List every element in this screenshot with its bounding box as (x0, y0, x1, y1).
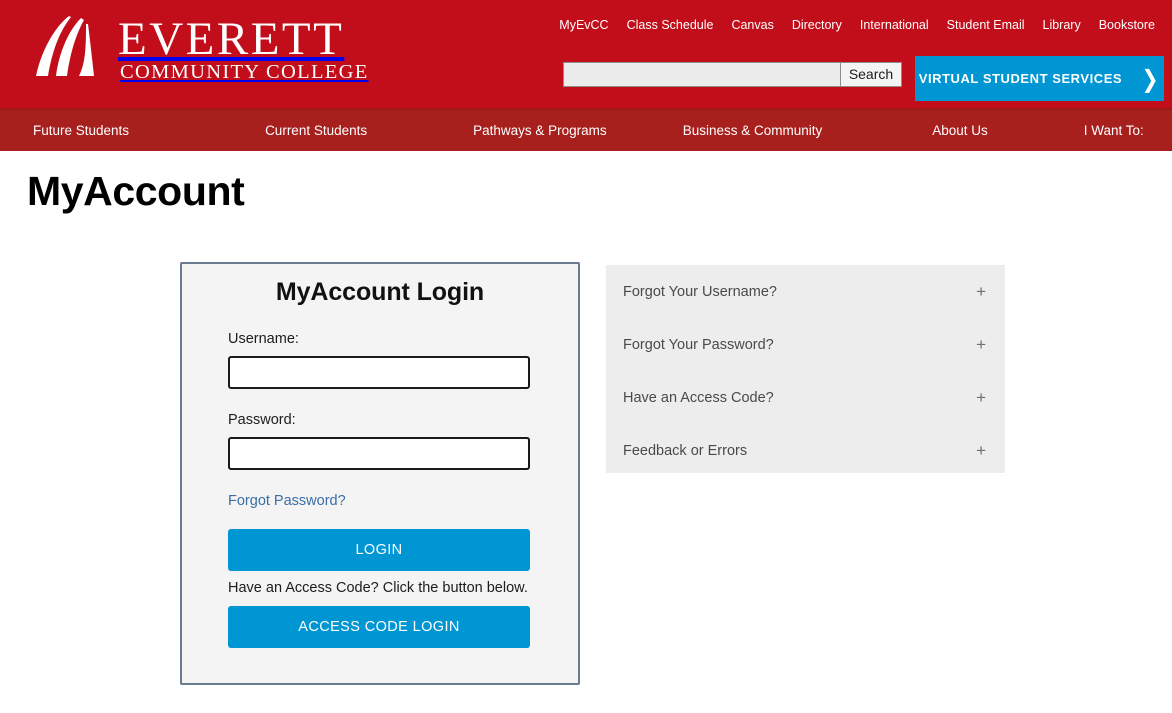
page-title: MyAccount (27, 168, 245, 214)
site-search: Search (563, 62, 902, 87)
utility-link-student-email[interactable]: Student Email (938, 17, 1034, 33)
accordion-item-label: Feedback or Errors (623, 442, 748, 459)
utility-link-bookstore[interactable]: Bookstore (1090, 17, 1164, 33)
accordion-item-label: Forgot Your Username? (623, 283, 777, 300)
logo-wordmark: EVERETT COMMUNITY COLLEGE (118, 14, 369, 84)
logo-subtitle: COMMUNITY COLLEGE (120, 61, 369, 83)
utility-link-canvas[interactable]: Canvas (722, 17, 782, 33)
plus-icon: + (976, 441, 986, 460)
utility-nav: MyEvCC Class Schedule Canvas Directory I… (550, 17, 1164, 33)
access-code-note: Have an Access Code? Click the button be… (228, 580, 528, 596)
utility-link-library[interactable]: Library (1034, 17, 1090, 33)
evcc-swoosh-logo-icon (36, 16, 94, 76)
logo-title: EVERETT (118, 13, 345, 65)
login-card: MyAccount Login Username: Password: Forg… (180, 262, 580, 685)
accordion-item-forgot-password[interactable]: Forgot Your Password? + (606, 318, 1005, 371)
login-button[interactable]: LOGIN (228, 529, 530, 571)
virtual-student-services-label: VIRTUAL STUDENT SERVICES (918, 71, 1123, 86)
accordion-item-forgot-username[interactable]: Forgot Your Username? + (606, 265, 1005, 318)
login-card-heading: MyAccount Login (275, 278, 485, 306)
utility-link-directory[interactable]: Directory (783, 17, 851, 33)
plus-icon: + (976, 282, 986, 301)
nav-item-business-community[interactable]: Business & Community (683, 122, 823, 140)
nav-item-current-students[interactable]: Current Students (265, 122, 367, 140)
site-header: EVERETT COMMUNITY COLLEGE MyEvCC Class S… (0, 0, 1172, 108)
nav-item-i-want-to[interactable]: I Want To: (1084, 122, 1144, 140)
nav-item-about-us[interactable]: About Us (932, 122, 988, 140)
main-nav: Future Students Current Students Pathway… (0, 108, 1172, 151)
plus-icon: + (976, 335, 986, 354)
utility-link-myevcc[interactable]: MyEvCC (550, 17, 617, 33)
search-button[interactable]: Search (840, 62, 902, 87)
accordion-item-label: Have an Access Code? (623, 389, 774, 406)
virtual-student-services-button[interactable]: VIRTUAL STUDENT SERVICES ❯ (915, 56, 1164, 101)
help-accordion: Forgot Your Username? + Forgot Your Pass… (606, 265, 1005, 473)
username-input[interactable] (228, 356, 530, 389)
password-label: Password: (228, 412, 296, 428)
plus-icon: + (976, 388, 986, 407)
nav-item-future-students[interactable]: Future Students (33, 122, 129, 140)
accordion-item-label: Forgot Your Password? (623, 336, 774, 353)
username-label: Username: (228, 331, 299, 347)
nav-item-pathways-programs[interactable]: Pathways & Programs (473, 122, 607, 140)
accordion-item-feedback-errors[interactable]: Feedback or Errors + (606, 424, 1005, 477)
forgot-password-link[interactable]: Forgot Password? (228, 492, 346, 510)
search-input[interactable] (563, 62, 840, 87)
chevron-right-icon: ❯ (1141, 64, 1159, 93)
password-input[interactable] (228, 437, 530, 470)
utility-link-international[interactable]: International (851, 17, 938, 33)
accordion-item-have-access-code[interactable]: Have an Access Code? + (606, 371, 1005, 424)
site-logo[interactable]: EVERETT COMMUNITY COLLEGE (26, 14, 369, 92)
access-code-login-button[interactable]: ACCESS CODE LOGIN (228, 606, 530, 648)
utility-link-class-schedule[interactable]: Class Schedule (618, 17, 723, 33)
